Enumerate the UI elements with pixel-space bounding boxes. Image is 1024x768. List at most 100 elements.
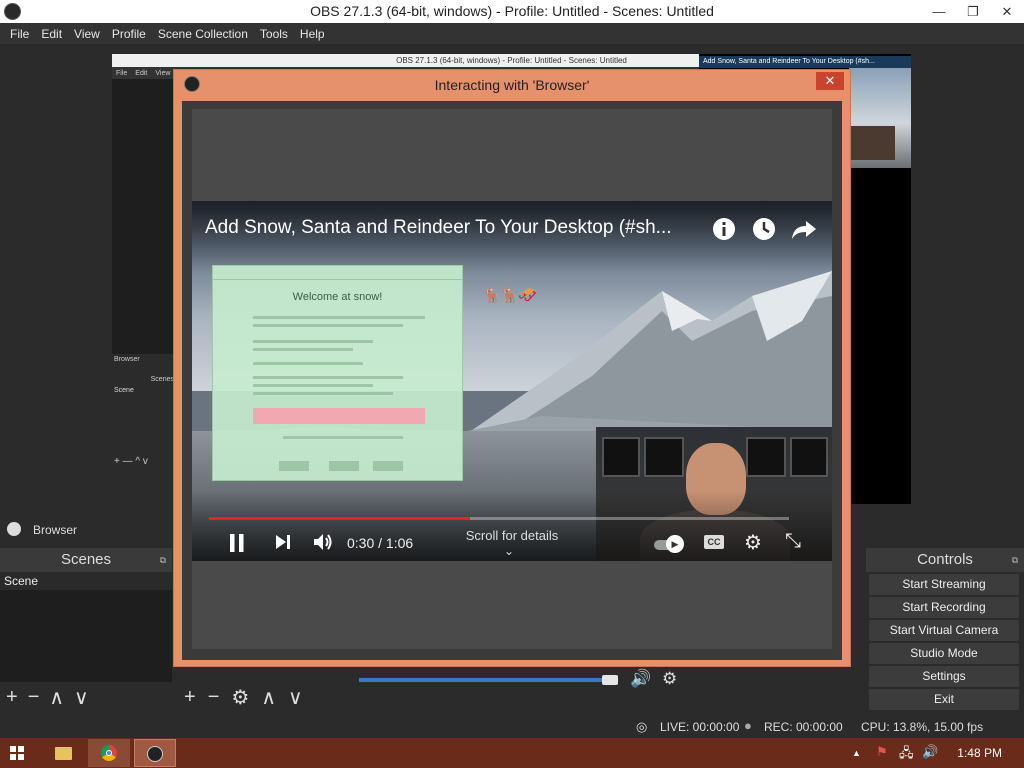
snow-app-text-line bbox=[253, 340, 373, 343]
webcam-monitor bbox=[644, 437, 684, 477]
video-title[interactable]: Add Snow, Santa and Reindeer To Your Des… bbox=[205, 217, 672, 239]
restore-button[interactable]: ❐ bbox=[956, 0, 990, 23]
mixer-settings-icon[interactable]: ⚙ bbox=[662, 669, 677, 689]
menu-view[interactable]: View bbox=[68, 27, 106, 41]
windows-taskbar: ▲ ⚑ 🖧 🔊 1:48 PM bbox=[0, 738, 1024, 768]
audio-mixer: 🔊 ⚙ bbox=[354, 664, 694, 712]
file-explorer-icon[interactable] bbox=[42, 739, 84, 767]
menu-edit[interactable]: Edit bbox=[35, 27, 68, 41]
snow-app-text-line bbox=[253, 324, 403, 327]
browser-source-icon bbox=[7, 522, 21, 536]
volume-slider-handle[interactable] bbox=[601, 675, 618, 685]
start-button-icon[interactable] bbox=[10, 746, 24, 760]
start-virtual-camera-button[interactable]: Start Virtual Camera bbox=[869, 620, 1019, 641]
move-source-up-button[interactable]: ∧ bbox=[261, 685, 276, 710]
autoplay-toggle-icon[interactable]: ▶ bbox=[666, 535, 684, 553]
captions-icon[interactable]: CC bbox=[704, 535, 724, 549]
snow-app-tabs bbox=[213, 266, 462, 280]
nested-scene-tools: + — ^ v bbox=[114, 456, 148, 467]
scroll-for-details[interactable]: Scroll for details bbox=[454, 528, 570, 543]
pause-icon[interactable] bbox=[228, 533, 246, 553]
menu-tools[interactable]: Tools bbox=[254, 27, 294, 41]
chrome-icon[interactable] bbox=[88, 739, 130, 767]
scenes-dock: Scenes ⧉ Scene + − ∧ ∨ bbox=[0, 548, 172, 712]
close-button[interactable]: ✕ bbox=[990, 0, 1024, 23]
minimize-button[interactable]: — bbox=[922, 0, 956, 23]
dialog-title-bar: Interacting with 'Browser' ✕ bbox=[174, 70, 850, 98]
exit-button[interactable]: Exit bbox=[869, 689, 1019, 710]
live-indicator-icon: ◎ bbox=[636, 719, 648, 734]
menu-bar: File Edit View Profile Scene Collection … bbox=[0, 23, 1024, 44]
scenes-toolbar: + − ∧ ∨ bbox=[0, 682, 172, 712]
snow-app-text-line bbox=[253, 316, 425, 319]
settings-gear-icon[interactable]: ⚙ bbox=[744, 530, 762, 555]
add-scene-button[interactable]: + bbox=[6, 686, 18, 709]
snow-app-heading: Welcome at snow! bbox=[292, 291, 383, 303]
move-scene-down-button[interactable]: ∨ bbox=[74, 685, 89, 710]
snow-app-button bbox=[329, 461, 359, 471]
remove-source-button[interactable]: − bbox=[208, 686, 220, 709]
studio-mode-button[interactable]: Studio Mode bbox=[869, 643, 1019, 664]
dialog-body: Welcome at snow! 🦌🦌🛷 Add Snow, Santa and… bbox=[182, 101, 842, 660]
window-title: OBS 27.1.3 (64-bit, windows) - Profile: … bbox=[310, 3, 714, 19]
scenes-dock-header: Scenes ⧉ bbox=[0, 548, 172, 572]
snow-app-text-line bbox=[253, 392, 393, 395]
controls-title: Controls bbox=[917, 551, 973, 568]
move-source-down-button[interactable]: ∨ bbox=[288, 685, 303, 710]
snow-app-button bbox=[279, 461, 309, 471]
start-streaming-button[interactable]: Start Streaming bbox=[869, 574, 1019, 595]
scene-list-item[interactable]: Scene bbox=[0, 572, 172, 590]
status-bar: ◎ LIVE: 00:00:00 ● REC: 00:00:00 CPU: 13… bbox=[0, 716, 1024, 738]
add-source-button[interactable]: + bbox=[184, 686, 196, 709]
volume-icon[interactable] bbox=[312, 531, 334, 553]
speaker-icon[interactable]: 🔊 bbox=[630, 669, 651, 689]
browser-page[interactable]: Welcome at snow! 🦌🦌🛷 Add Snow, Santa and… bbox=[192, 109, 832, 649]
nested-menu-edit: Edit bbox=[135, 69, 148, 77]
action-center-flag-icon[interactable]: ⚑ bbox=[876, 744, 888, 760]
nested-menu-file: File bbox=[116, 69, 128, 77]
obs-logo-icon bbox=[4, 3, 21, 20]
volume-slider-track[interactable] bbox=[359, 678, 610, 682]
move-scene-up-button[interactable]: ∧ bbox=[49, 685, 64, 710]
cpu-status: CPU: 13.8%, 15.00 fps bbox=[861, 720, 984, 734]
exit-fullscreen-icon[interactable]: ⤡ bbox=[785, 530, 801, 553]
video-time: 0:30 / 1:06 bbox=[347, 535, 414, 551]
scenes-list: Scene bbox=[0, 572, 172, 682]
video-progress-played[interactable] bbox=[209, 517, 470, 520]
live-time: LIVE: 00:00:00 bbox=[660, 720, 740, 734]
chevron-down-icon[interactable]: ⌄ bbox=[504, 544, 514, 558]
dialog-close-button[interactable]: ✕ bbox=[816, 72, 844, 90]
interact-dialog: Interacting with 'Browser' ✕ Welcome at … bbox=[173, 69, 851, 667]
clock[interactable]: 1:48 PM bbox=[957, 746, 1002, 760]
start-recording-button[interactable]: Start Recording bbox=[869, 597, 1019, 618]
obs-taskbar-icon[interactable] bbox=[134, 739, 176, 767]
snow-app-text-line bbox=[253, 384, 373, 387]
dock-float-icon[interactable]: ⧉ bbox=[1012, 548, 1018, 572]
menu-profile[interactable]: Profile bbox=[106, 27, 152, 41]
snow-app-text-line bbox=[253, 362, 363, 365]
scenes-title: Scenes bbox=[60, 551, 112, 568]
nested-youtube-title: Add Snow, Santa and Reindeer To Your Des… bbox=[699, 56, 911, 68]
volume-tray-icon[interactable]: 🔊 bbox=[922, 744, 938, 760]
menu-scene-collection[interactable]: Scene Collection bbox=[152, 27, 254, 41]
dialog-title: Interacting with 'Browser' bbox=[434, 77, 590, 93]
info-icon[interactable] bbox=[710, 215, 738, 243]
webcam-monitor bbox=[602, 437, 640, 477]
share-icon[interactable] bbox=[790, 215, 818, 243]
menu-file[interactable]: File bbox=[4, 27, 35, 41]
dock-float-icon[interactable]: ⧉ bbox=[160, 548, 166, 572]
next-video-icon[interactable] bbox=[274, 533, 292, 551]
settings-button[interactable]: Settings bbox=[869, 666, 1019, 687]
watch-later-icon[interactable] bbox=[750, 215, 778, 243]
snow-app-window: Welcome at snow! bbox=[212, 265, 463, 481]
controls-dock-header: Controls ⧉ bbox=[866, 548, 1024, 572]
remove-scene-button[interactable]: − bbox=[28, 686, 40, 709]
source-properties-button[interactable]: ⚙ bbox=[231, 685, 249, 710]
menu-help[interactable]: Help bbox=[294, 27, 331, 41]
nested-scenes-label: Scenes bbox=[150, 376, 174, 383]
youtube-video-player[interactable]: Welcome at snow! 🦌🦌🛷 Add Snow, Santa and… bbox=[192, 201, 832, 561]
webcam-monitor bbox=[746, 437, 786, 477]
network-icon[interactable]: 🖧 bbox=[899, 744, 914, 766]
snow-app-button bbox=[373, 461, 403, 471]
tray-overflow-icon[interactable]: ▲ bbox=[852, 748, 861, 758]
